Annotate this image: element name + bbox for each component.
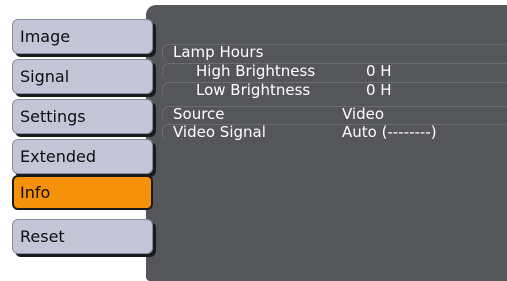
info-row-low-brightness: Low Brightness 0 H (162, 82, 507, 99)
video-signal-value: Auto (--------) (342, 123, 437, 141)
low-brightness-value: 0 H (366, 81, 392, 99)
info-row-video-signal: Video Signal Auto (--------) (162, 124, 507, 141)
menu-tab-reset[interactable]: Reset (12, 219, 153, 254)
menu-tab-info[interactable]: Info (12, 175, 153, 210)
projector-menu-screen: Image Signal Settings Extended Info Rese… (0, 0, 507, 281)
menu-tab-image[interactable]: Image (12, 19, 153, 54)
menu-tab-label: Settings (20, 107, 86, 126)
high-brightness-label: High Brightness (196, 62, 316, 80)
menu-tab-label: Signal (20, 67, 70, 86)
menu-tab-label: Reset (20, 227, 65, 246)
low-brightness-label: Low Brightness (196, 81, 311, 99)
menu-tab-settings[interactable]: Settings (12, 99, 153, 134)
lamp-hours-label: Lamp Hours (173, 43, 264, 61)
info-row-lamp-hours: Lamp Hours (162, 44, 507, 61)
source-label: Source (173, 105, 225, 123)
high-brightness-value: 0 H (366, 62, 392, 80)
menu-tab-label: Info (20, 183, 51, 202)
info-row-source: Source Video (162, 106, 507, 123)
source-value: Video (342, 105, 385, 123)
info-row-high-brightness: High Brightness 0 H (162, 63, 507, 80)
video-signal-label: Video Signal (173, 123, 266, 141)
menu-tab-signal[interactable]: Signal (12, 59, 153, 94)
menu-tab-label: Image (20, 27, 71, 46)
menu-tab-extended[interactable]: Extended (12, 139, 153, 174)
menu-tab-label: Extended (20, 147, 96, 166)
